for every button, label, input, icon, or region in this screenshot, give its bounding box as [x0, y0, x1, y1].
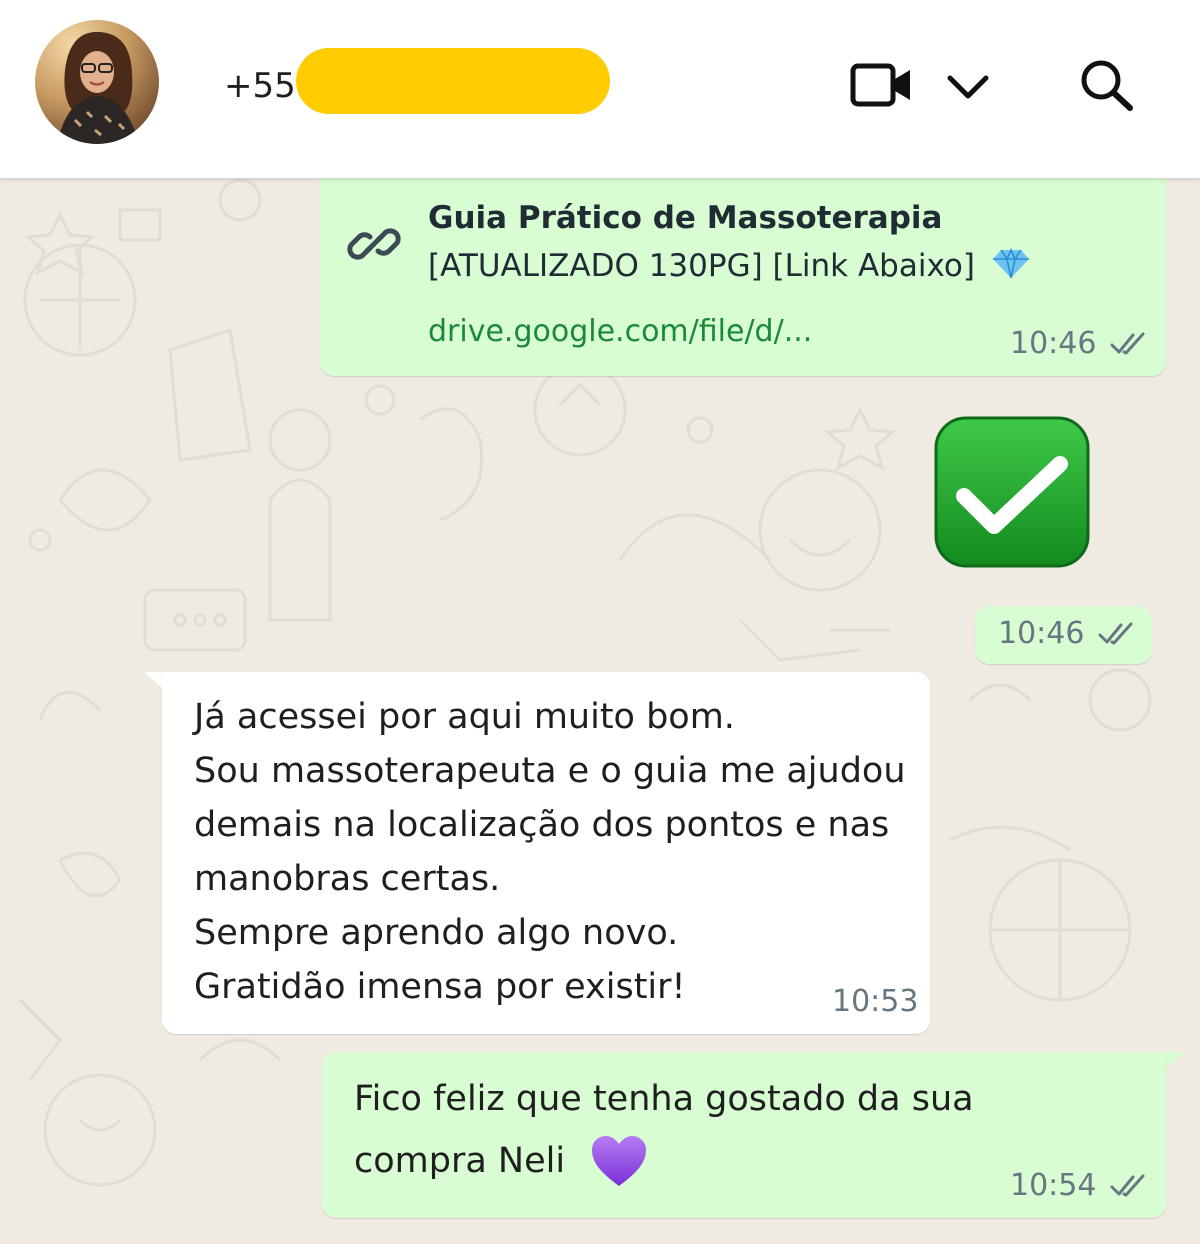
gem-emoji-icon: [992, 248, 1029, 279]
message-meta: 10:46: [998, 616, 1136, 651]
redacted-number: [296, 48, 610, 114]
link-preview-subtitle: [ATUALIZADO 130PG] [Link Abaixo]: [428, 248, 1031, 284]
message-line: Sou massoterapeuta e o guia me ajudou: [194, 751, 906, 791]
message-time: 10:46: [1010, 326, 1097, 361]
message-line: manobras certas.: [194, 859, 501, 899]
outgoing-message-text: Fico feliz que tenha gostado da sua comp…: [354, 1068, 974, 1192]
check-mark-button-emoji[interactable]: [934, 416, 1090, 568]
double-check-icon: [1098, 622, 1133, 644]
message-meta: 10:46: [1010, 326, 1148, 361]
avatar-photo: [35, 20, 159, 144]
message-meta: 10:54: [1010, 1168, 1148, 1203]
message-time: 10:46: [998, 616, 1085, 651]
contact-number-prefix[interactable]: +55: [224, 66, 296, 106]
double-check-icon: [1110, 332, 1145, 354]
message-time: 10:53: [832, 984, 919, 1019]
message-line: compra Neli: [354, 1141, 566, 1181]
chat-header: +55: [0, 0, 1200, 178]
message-line: Fico feliz que tenha gostado da sua: [354, 1079, 974, 1119]
message-line-with-emoji: compra Neli: [354, 1130, 974, 1192]
message-line: Sempre aprendo algo novo.: [194, 913, 679, 953]
link-preview-title[interactable]: Guia Prático de Massoterapia: [428, 200, 942, 236]
double-check-icon: [1110, 1174, 1145, 1196]
link-preview-url[interactable]: drive.google.com/file/d/...: [428, 314, 812, 349]
purple-heart-emoji: [592, 1136, 647, 1186]
chevron-down-icon[interactable]: [946, 72, 990, 102]
search-icon[interactable]: [1078, 58, 1136, 112]
contact-avatar[interactable]: [35, 20, 159, 144]
message-line: Gratidão imensa por existir!: [194, 967, 686, 1007]
message-line: demais na localização dos pontos e nas: [194, 805, 890, 845]
incoming-message-text: Já acessei por aqui muito bom. Sou masso…: [194, 690, 906, 1014]
message-time: 10:54: [1010, 1168, 1097, 1203]
message-meta: 10:53: [832, 984, 918, 1019]
link-icon: [347, 228, 401, 260]
message-line: Já acessei por aqui muito bom.: [194, 697, 735, 737]
video-call-icon[interactable]: [850, 62, 914, 108]
link-preview-subtitle-text: [ATUALIZADO 130PG] [Link Abaixo]: [428, 248, 975, 284]
